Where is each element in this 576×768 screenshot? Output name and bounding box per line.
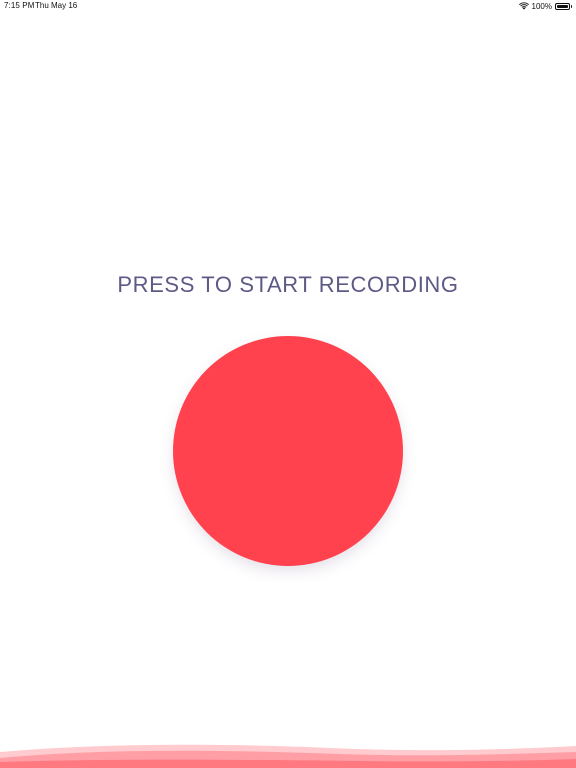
status-date: Thu May 16 xyxy=(35,1,78,10)
battery-percent: 100% xyxy=(531,1,552,11)
battery-fill xyxy=(557,4,568,8)
record-button[interactable] xyxy=(173,336,403,566)
status-indicators: 100% xyxy=(518,1,572,11)
record-prompt: PRESS TO START RECORDING xyxy=(117,272,459,297)
status-bar: 7:15 PM Thu May 16 100% xyxy=(0,0,576,12)
wave-decoration xyxy=(0,734,576,768)
wifi-icon xyxy=(518,2,529,10)
status-time: 7:15 PM xyxy=(4,1,35,10)
battery-icon xyxy=(555,2,572,10)
